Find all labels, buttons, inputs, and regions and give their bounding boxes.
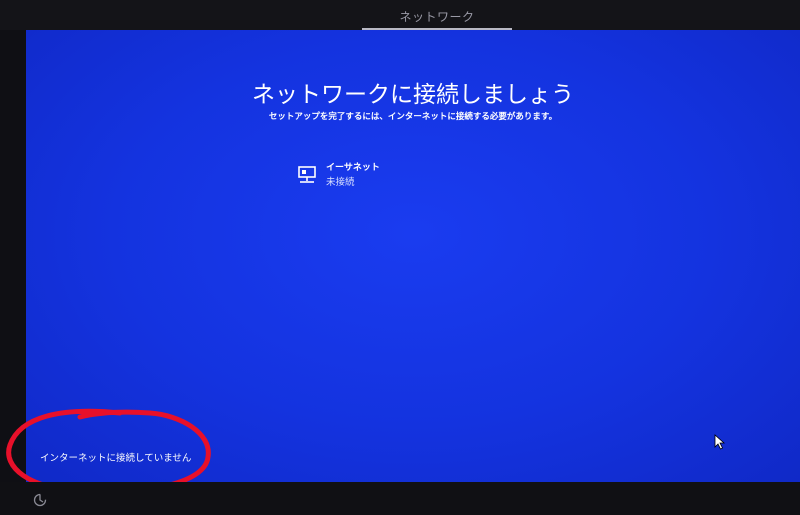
page-title: ネットワークに接続しましょう [252,82,574,108]
ethernet-icon [298,166,316,183]
network-status: 未接続 [326,177,355,188]
oobe-window: ネットワーク ネットワークに接続しましょう セットアップを完了するには、インター… [0,0,800,515]
header-bar: ネットワーク [0,0,800,30]
page-subtitle: セットアップを完了するには、インターネットに接続する必要があります。 [268,112,558,122]
step-label-network: ネットワーク [399,10,475,24]
network-name: イーサネット [326,163,380,173]
mouse-cursor-icon [714,434,726,450]
network-item-ethernet[interactable]: イーサネット 未接続 [296,160,436,190]
footer-bar [0,482,800,515]
ease-of-access-icon[interactable] [32,492,48,508]
